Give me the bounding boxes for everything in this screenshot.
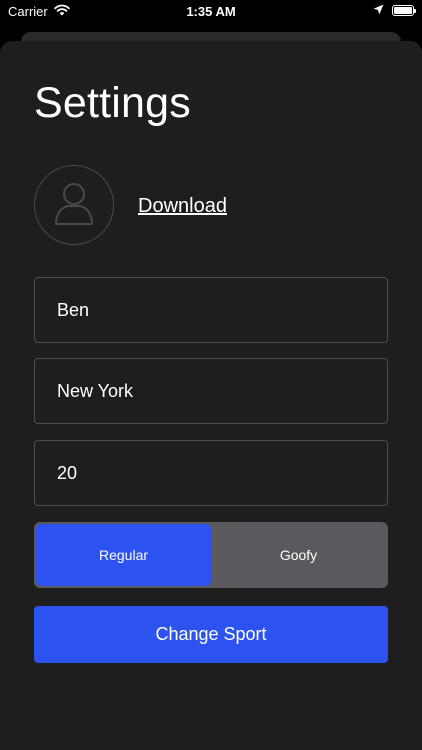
city-input[interactable]	[35, 359, 387, 423]
status-bar: Carrier 1:35 AM	[0, 0, 422, 24]
user-icon	[54, 180, 94, 231]
age-input[interactable]	[35, 441, 387, 505]
city-field[interactable]	[34, 358, 388, 424]
name-input[interactable]	[35, 278, 387, 342]
name-field[interactable]	[34, 277, 388, 343]
status-time: 1:35 AM	[186, 4, 236, 19]
stance-segmented-control[interactable]: Regular Goofy	[34, 522, 388, 588]
segment-regular[interactable]: Regular	[36, 524, 211, 586]
page-title: Settings	[34, 79, 191, 127]
location-arrow-icon	[373, 3, 384, 18]
age-field[interactable]	[34, 440, 388, 506]
status-right	[373, 3, 416, 18]
avatar[interactable]	[34, 165, 114, 245]
settings-sheet: Settings Download Regular Goofy Change S…	[0, 41, 422, 750]
segment-goofy[interactable]: Goofy	[211, 524, 386, 586]
change-sport-button[interactable]: Change Sport	[34, 606, 388, 663]
battery-icon	[392, 5, 416, 16]
download-link[interactable]: Download	[138, 195, 227, 218]
